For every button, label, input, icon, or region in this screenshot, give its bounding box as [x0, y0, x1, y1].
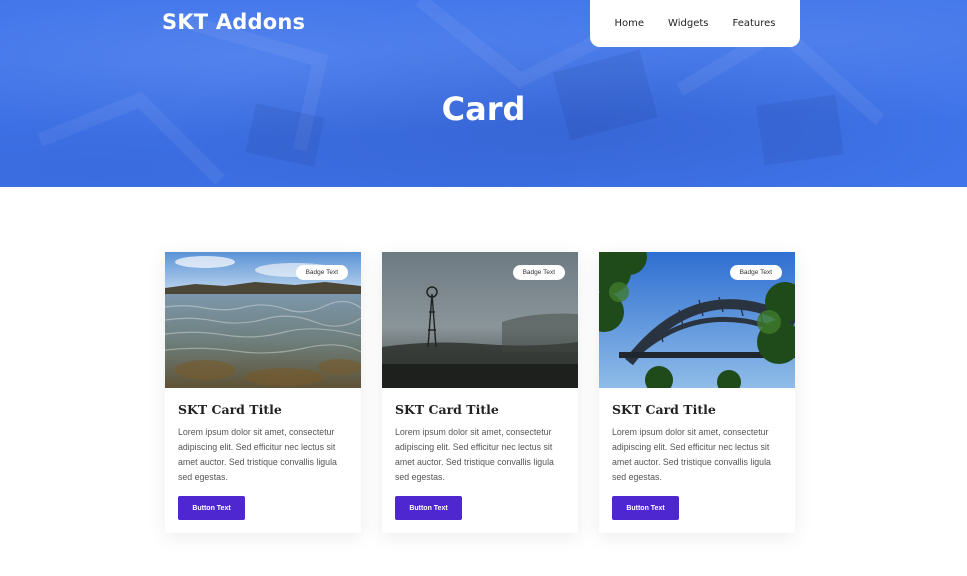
main-nav: Home Widgets Features: [590, 0, 800, 47]
page-title: Card: [441, 90, 526, 128]
card: Badge Text SKT Card Title Lorem ipsum do…: [599, 252, 795, 533]
card-title: SKT Card Title: [612, 402, 716, 417]
card-title: SKT Card Title: [395, 402, 499, 417]
card-image-coastal-water: Badge Text: [165, 252, 361, 388]
card-button[interactable]: Button Text: [178, 496, 245, 520]
card-grid: Badge Text SKT Card Title Lorem ipsum do…: [165, 252, 795, 533]
card-description: Lorem ipsum dolor sit amet, consectetur …: [395, 427, 554, 482]
hero-banner: SKT Addons Home Widgets Features Card: [0, 0, 967, 187]
card-badge: Badge Text: [295, 265, 348, 280]
card-button[interactable]: Button Text: [395, 496, 462, 520]
card-button[interactable]: Button Text: [612, 496, 679, 520]
nav-item-home[interactable]: Home: [615, 18, 645, 29]
card-image-harbour-bridge: Badge Text: [599, 252, 795, 388]
card-description: Lorem ipsum dolor sit amet, consectetur …: [178, 427, 337, 482]
card-badge: Badge Text: [512, 265, 565, 280]
card-title: SKT Card Title: [178, 402, 282, 417]
nav-item-widgets[interactable]: Widgets: [668, 18, 708, 29]
card-badge: Badge Text: [729, 265, 782, 280]
card: Badge Text SKT Card Title Lorem ipsum do…: [382, 252, 578, 533]
nav-item-features[interactable]: Features: [732, 18, 775, 29]
card: Badge Text SKT Card Title Lorem ipsum do…: [165, 252, 361, 533]
card-description: Lorem ipsum dolor sit amet, consectetur …: [612, 427, 771, 482]
card-image-foggy-windmill: Badge Text: [382, 252, 578, 388]
site-logo[interactable]: SKT Addons: [162, 10, 305, 34]
